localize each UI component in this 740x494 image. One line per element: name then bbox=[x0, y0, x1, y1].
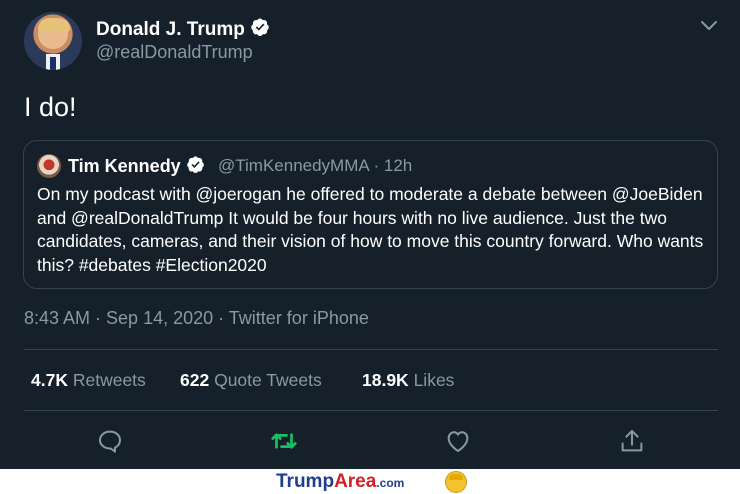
divider bbox=[24, 349, 718, 350]
quoted-author-handle-time[interactable]: @TimKennedyMMA · 12h bbox=[218, 156, 412, 176]
quoted-author-name[interactable]: Tim Kennedy bbox=[68, 156, 181, 176]
watermark-bar: TrumpArea.com bbox=[0, 469, 740, 494]
retweets-count: 4.7K bbox=[31, 370, 68, 390]
retweets-stat[interactable]: 4.7K Retweets bbox=[31, 370, 146, 391]
likes-count: 18.9K bbox=[362, 370, 409, 390]
author-name[interactable]: Donald J. Trump bbox=[96, 19, 245, 40]
verified-badge-icon bbox=[186, 155, 205, 179]
chevron-down-icon[interactable] bbox=[699, 18, 719, 34]
author-name-row[interactable]: Donald J. Trump bbox=[96, 17, 270, 43]
reply-icon[interactable] bbox=[95, 426, 125, 456]
quoted-author-name-row[interactable]: Tim Kennedy bbox=[68, 155, 205, 179]
divider bbox=[24, 410, 718, 411]
likes-stat[interactable]: 18.9K Likes bbox=[362, 370, 454, 391]
quote-tweets-stat[interactable]: 622 Quote Tweets bbox=[180, 370, 322, 391]
watermark-logo-icon bbox=[445, 471, 467, 493]
quoted-tweet-text: On my podcast with @joerogan he offered … bbox=[37, 184, 704, 275]
quoted-tweet[interactable]: Tim Kennedy @TimKennedyMMA · 12h On my p… bbox=[23, 140, 718, 289]
watermark-logo-text: TrumpArea.com bbox=[276, 471, 405, 492]
tweet-meta[interactable]: 8:43 AM · Sep 14, 2020 · Twitter for iPh… bbox=[24, 308, 369, 329]
retweet-icon[interactable] bbox=[269, 426, 299, 456]
retweets-label: Retweets bbox=[72, 370, 146, 390]
author-handle[interactable]: @realDonaldTrump bbox=[96, 42, 253, 63]
share-icon[interactable] bbox=[617, 426, 647, 456]
tweet-text: I do! bbox=[24, 92, 77, 122]
tweet-card: Donald J. Trump @realDonaldTrump I do! T… bbox=[0, 0, 740, 469]
like-icon[interactable] bbox=[443, 426, 473, 456]
quoted-author-avatar[interactable] bbox=[37, 154, 61, 178]
likes-label: Likes bbox=[413, 370, 455, 390]
verified-badge-icon bbox=[250, 17, 270, 43]
quote-tweets-count: 622 bbox=[180, 370, 210, 390]
quote-tweets-label: Quote Tweets bbox=[214, 370, 322, 390]
author-avatar[interactable] bbox=[24, 12, 82, 70]
